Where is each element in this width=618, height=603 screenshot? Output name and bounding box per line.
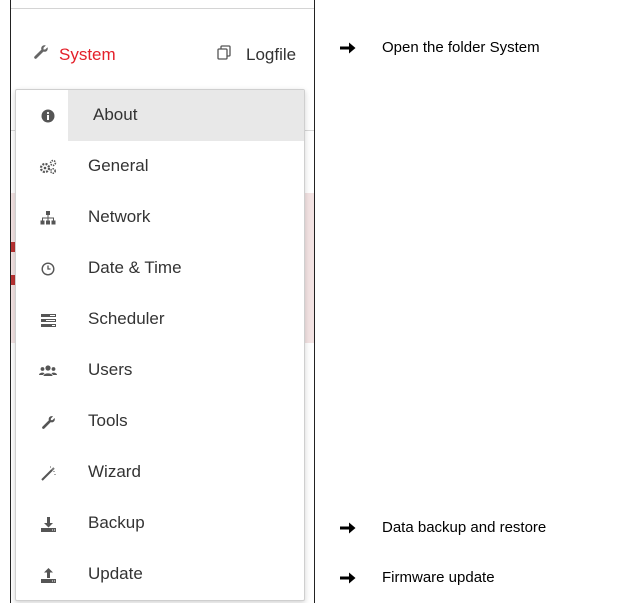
annotation-backup: Data backup and restore xyxy=(340,519,546,536)
menu-item-tools[interactable]: Tools xyxy=(16,396,304,447)
gears-icon xyxy=(38,157,58,177)
menu-item-network[interactable]: Network xyxy=(16,192,304,243)
menu-item-label: About xyxy=(93,105,138,124)
arrow-right-icon xyxy=(340,42,358,54)
users-icon xyxy=(38,361,58,381)
sitemap-icon xyxy=(38,208,58,228)
menu-item-label: General xyxy=(88,156,149,175)
screenshot-panel: System Logfile About General Network Dat… xyxy=(10,0,315,603)
menu-item-label: Date & Time xyxy=(88,258,182,277)
system-dropdown-menu: About General Network Date & Time Schedu… xyxy=(15,89,305,601)
menu-item-scheduler[interactable]: Scheduler xyxy=(16,294,304,345)
tasks-icon xyxy=(38,310,58,330)
menu-item-label: Scheduler xyxy=(88,309,165,328)
annotation-firmware: Firmware update xyxy=(340,569,495,586)
tab-logfiles[interactable]: Logfile xyxy=(216,44,296,65)
menu-item-backup[interactable]: Backup xyxy=(16,498,304,549)
menu-item-label: Backup xyxy=(88,513,145,532)
menu-item-label: Tools xyxy=(88,411,128,430)
magic-icon xyxy=(38,463,58,483)
menu-item-label: Users xyxy=(88,360,133,379)
annotation-open-folder: Open the folder System xyxy=(340,39,540,56)
tab-system-label: System xyxy=(59,44,116,64)
menu-item-date-time[interactable]: Date & Time xyxy=(16,243,304,294)
tab-logfiles-label: Logfile xyxy=(246,44,297,64)
annotation-text: Open the folder System xyxy=(382,39,540,56)
info-icon xyxy=(38,106,58,126)
tab-system[interactable]: System xyxy=(33,44,116,65)
arrow-right-icon xyxy=(340,572,358,584)
copy-icon xyxy=(216,44,232,65)
annotation-text: Firmware update xyxy=(382,569,495,586)
menu-item-about[interactable]: About xyxy=(16,90,304,141)
menu-item-label: Network xyxy=(88,207,151,226)
menu-item-users[interactable]: Users xyxy=(16,345,304,396)
annotation-text: Data backup and restore xyxy=(382,519,547,536)
download-icon xyxy=(38,514,58,534)
menu-item-label: Wizard xyxy=(88,462,141,481)
menu-item-wizard[interactable]: Wizard xyxy=(16,447,304,498)
clock-icon xyxy=(38,259,58,279)
menu-item-general[interactable]: General xyxy=(16,141,304,192)
wrench-icon xyxy=(38,412,58,432)
menu-item-label: Update xyxy=(88,564,143,583)
menu-item-update[interactable]: Update xyxy=(16,549,304,600)
upload-icon xyxy=(38,565,58,585)
arrow-right-icon xyxy=(340,522,358,534)
wrench-icon xyxy=(33,44,49,65)
top-edge xyxy=(11,0,314,9)
